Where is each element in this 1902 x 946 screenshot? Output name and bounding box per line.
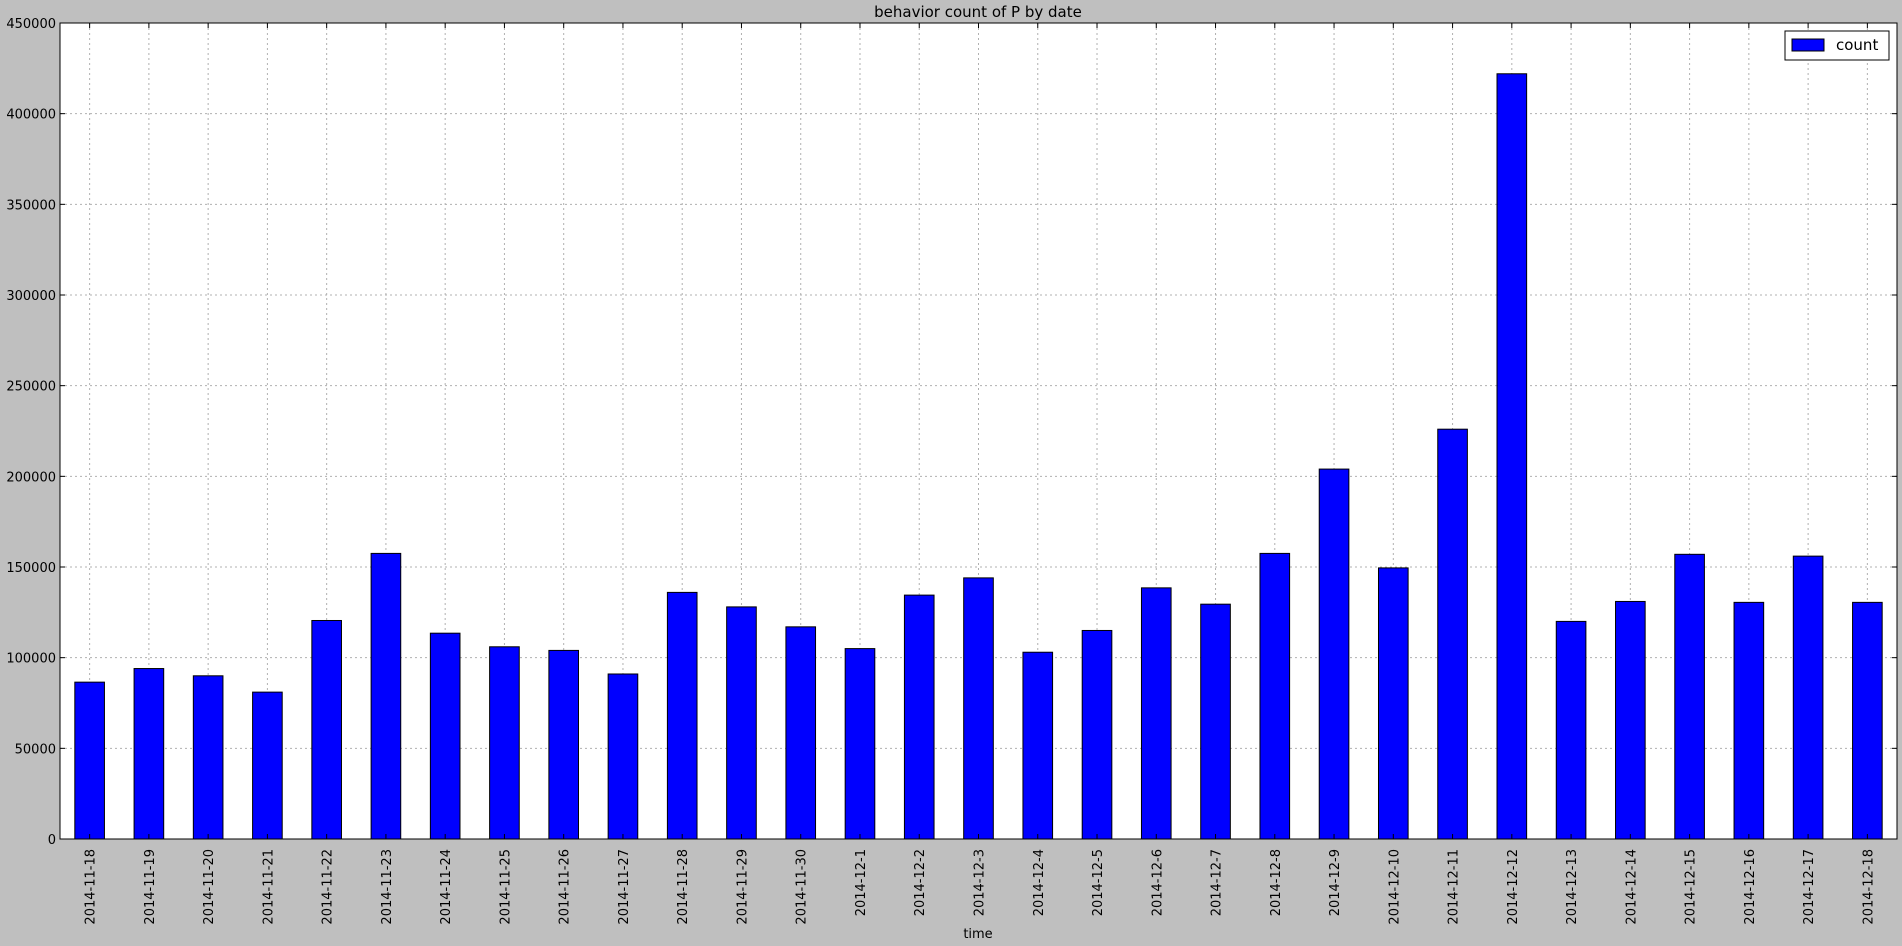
y-tick-label: 300000 (6, 289, 56, 304)
bar-2014-11-30 (785, 626, 817, 840)
bar-2014-11-22 (311, 619, 342, 840)
y-tick-label: 150000 (6, 561, 56, 576)
x-tick-label: 2014-12-5 (1091, 849, 1106, 916)
bar-2014-11-24 (429, 632, 461, 840)
x-tick-label: 2014-11-19 (143, 849, 158, 925)
x-tick-label: 2014-11-21 (261, 849, 276, 925)
x-tick-label: 2014-12-16 (1743, 849, 1758, 925)
x-tick-label: 2014-12-3 (973, 849, 988, 916)
bar-2014-11-20 (192, 675, 224, 840)
bar-2014-12-2 (903, 594, 935, 840)
bar-2014-11-25 (489, 646, 520, 840)
x-tick-label: 2014-11-30 (795, 849, 810, 925)
bar-2014-12-12 (1496, 73, 1528, 840)
bar-2014-12-4 (1022, 651, 1054, 840)
y-tick-label: 350000 (6, 198, 56, 213)
x-tick-label: 2014-12-8 (1269, 849, 1284, 916)
x-tick-label: 2014-12-12 (1506, 849, 1521, 925)
bar-chart: 0 50000 100000 150000 200000 250000 300000 3500… (6, 3, 1898, 942)
x-tick-label: 2014-11-25 (498, 849, 513, 925)
bar-2014-11-26 (548, 649, 580, 840)
x-tick-label: 2014-12-2 (913, 849, 928, 916)
bar-2014-12-13 (1555, 620, 1587, 840)
x-tick-label: 2014-12-7 (1210, 849, 1225, 916)
x-tick-label: 2014-11-20 (202, 849, 217, 925)
bar-2014-12-6 (1140, 587, 1172, 840)
x-tick-label: 2014-12-9 (1328, 849, 1343, 916)
bar-2014-12-1 (844, 648, 876, 840)
x-tick-label: 2014-12-18 (1861, 849, 1876, 925)
x-tick-label: 2014-11-27 (617, 849, 632, 925)
bar-2014-11-18 (74, 681, 105, 840)
x-tick-label: 2014-12-4 (1032, 849, 1047, 916)
x-tick-label: 2014-11-18 (84, 849, 99, 925)
bar-2014-12-18 (1852, 601, 1883, 840)
x-tick-label: 2014-12-17 (1802, 849, 1817, 925)
legend-label: count (1836, 36, 1878, 54)
bar-2014-11-27 (607, 673, 639, 840)
x-tick-label: 2014-12-13 (1565, 849, 1580, 925)
bar-2014-12-8 (1259, 552, 1291, 840)
bar-2014-11-29 (726, 606, 757, 840)
x-tick-label: 2014-12-11 (1447, 849, 1462, 925)
legend-swatch (1791, 38, 1825, 52)
y-tick-label: 0 (48, 833, 56, 848)
x-tick-label: 2014-11-22 (321, 849, 336, 925)
bar-2014-12-3 (963, 577, 994, 840)
y-tick-label: 50000 (15, 742, 56, 757)
x-tick-label: 2014-11-23 (380, 849, 395, 925)
bar-2014-12-15 (1674, 553, 1705, 840)
x-axis-label: time (963, 927, 992, 942)
x-tick-label: 2014-12-1 (854, 849, 869, 916)
x-tick-label: 2014-11-29 (735, 849, 750, 925)
y-tick-label: 250000 (6, 380, 56, 395)
x-tick-label: 2014-11-28 (676, 849, 691, 925)
legend: count (1784, 30, 1890, 61)
chart-title: behavior count of P by date (874, 3, 1082, 21)
y-tick-label: 400000 (6, 108, 56, 123)
x-tick-label: 2014-12-10 (1387, 849, 1402, 925)
bar-2014-11-28 (666, 591, 698, 840)
x-tick-label: 2014-12-15 (1684, 849, 1699, 925)
y-tick-label: 100000 (6, 652, 56, 667)
bar-2014-12-14 (1615, 600, 1646, 840)
x-tick-label: 2014-12-6 (1150, 849, 1165, 916)
bar-2014-12-10 (1377, 567, 1409, 840)
chart-figure: 0 50000 100000 150000 200000 250000 300000 3500… (0, 0, 1902, 942)
y-tick-label: 450000 (6, 17, 56, 32)
bar-2014-12-16 (1733, 601, 1765, 840)
bar-2014-11-23 (370, 552, 402, 840)
bar-2014-11-19 (133, 668, 165, 840)
x-tick-label: 2014-12-14 (1624, 849, 1639, 925)
bar-2014-12-9 (1318, 468, 1350, 840)
bar-2014-12-7 (1200, 603, 1231, 840)
x-tick-label: 2014-11-26 (558, 849, 573, 925)
bar-2014-12-11 (1437, 428, 1468, 840)
bar-2014-12-17 (1792, 555, 1824, 840)
bar-2014-12-5 (1081, 629, 1113, 840)
x-tick-label: 2014-11-24 (439, 849, 454, 925)
bar-2014-11-21 (252, 691, 283, 840)
y-tick-label: 200000 (6, 470, 56, 485)
